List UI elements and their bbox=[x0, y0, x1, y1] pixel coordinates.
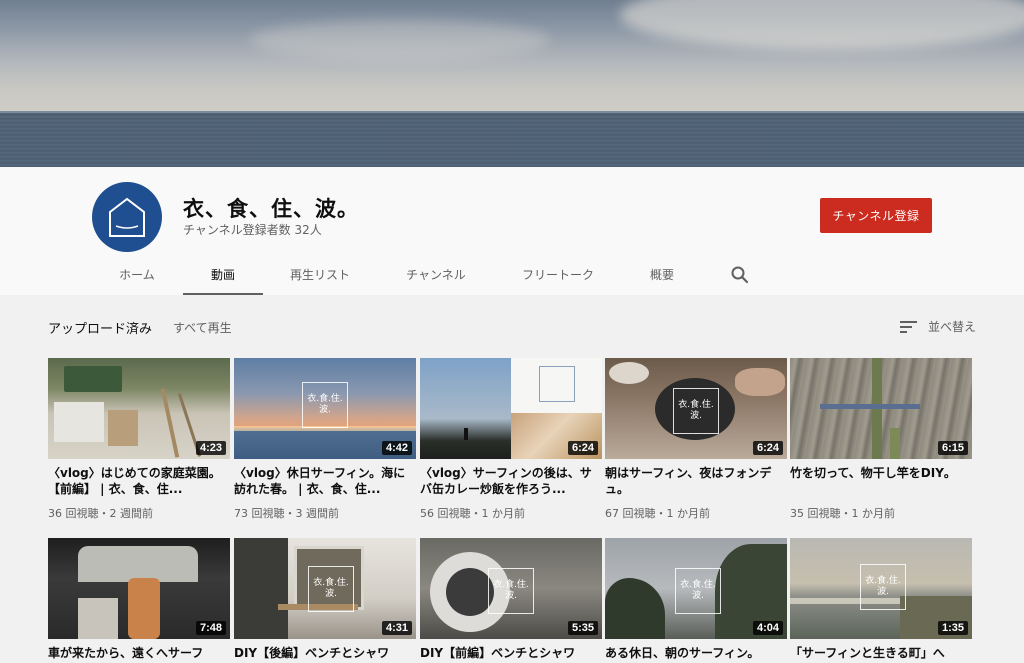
video-duration: 1:35 bbox=[937, 621, 968, 635]
video-meta: 67 回視聴・1 か月前 bbox=[605, 507, 710, 520]
video-thumbnail[interactable]: 衣.食.住.波. 4:31 bbox=[234, 538, 416, 639]
video-title[interactable]: 〈vlog〉サーフィンの後は、サバ缶カレー炒飯を作ろう... bbox=[420, 465, 602, 497]
video-title[interactable]: 「サーフィンと生きる町」へ bbox=[790, 645, 972, 663]
video-card[interactable]: 6:15 竹を切って、物干し竿をDIY。 35 回視聴・1 か月前 bbox=[790, 358, 972, 521]
tab-free-talk[interactable]: フリートーク bbox=[508, 257, 608, 295]
video-thumbnail[interactable]: 衣.食.住.波. 6:24 bbox=[605, 358, 787, 459]
video-card[interactable]: 衣.食.住.波. 4:42 〈vlog〉休日サーフィン。海に訪れた春。 | 衣、… bbox=[234, 358, 416, 521]
video-duration: 4:04 bbox=[752, 621, 783, 635]
house-logo-icon bbox=[109, 197, 145, 237]
channel-logo-mark: 衣.食.住.波. bbox=[308, 566, 354, 612]
video-meta: 56 回視聴・1 か月前 bbox=[420, 507, 525, 520]
play-all-link[interactable]: すべて再生 bbox=[173, 319, 232, 336]
video-duration: 4:23 bbox=[195, 441, 226, 455]
channel-header: 衣、食、住、波。 チャンネル登録者数 32人 チャンネル登録 ホーム 動画 再生… bbox=[0, 167, 1024, 295]
tab-about[interactable]: 概要 bbox=[636, 257, 688, 295]
video-duration: 6:15 bbox=[937, 441, 968, 455]
channel-tabs: ホーム 動画 再生リスト チャンネル フリートーク 概要 bbox=[0, 257, 1024, 295]
channel-avatar[interactable] bbox=[92, 182, 162, 252]
video-duration: 6:24 bbox=[752, 441, 783, 455]
sort-label: 並べ替え bbox=[928, 320, 977, 334]
banner-sea bbox=[0, 111, 1024, 167]
video-card[interactable]: 衣.食.住.波. 1:35 「サーフィンと生きる町」へ bbox=[790, 538, 972, 663]
video-duration: 5:35 bbox=[567, 621, 598, 635]
video-duration: 6:24 bbox=[567, 441, 598, 455]
video-meta: 73 回視聴・3 週間前 bbox=[234, 507, 339, 520]
video-card[interactable]: 6:24 〈vlog〉サーフィンの後は、サバ缶カレー炒飯を作ろう... 56 回… bbox=[420, 358, 602, 521]
sort-button[interactable]: 並べ替え bbox=[900, 318, 976, 335]
video-thumbnail[interactable]: 7:48 bbox=[48, 538, 230, 639]
video-meta: 35 回視聴・1 か月前 bbox=[790, 507, 895, 520]
channel-logo-mark: 衣.食.住.波. bbox=[860, 564, 906, 610]
channel-name: 衣、食、住、波。 bbox=[183, 197, 359, 221]
video-title[interactable]: 朝はサーフィン、夜はフォンデュ。 bbox=[605, 465, 787, 497]
video-duration: 4:31 bbox=[381, 621, 412, 635]
video-thumbnail[interactable]: 衣.食.住.波. 4:42 bbox=[234, 358, 416, 459]
channel-logo-mark: 衣.食.住.波. bbox=[488, 568, 534, 614]
channel-banner bbox=[0, 0, 1024, 167]
subscribe-button[interactable]: チャンネル登録 bbox=[820, 198, 932, 233]
video-duration: 4:42 bbox=[381, 441, 412, 455]
video-title[interactable]: 竹を切って、物干し竿をDIY。 bbox=[790, 465, 972, 497]
video-thumbnail[interactable]: 4:23 bbox=[48, 358, 230, 459]
video-thumbnail[interactable]: 6:24 bbox=[420, 358, 602, 459]
sort-icon bbox=[900, 320, 917, 333]
video-card[interactable]: 7:48 車が来たから、遠くへサーフ bbox=[48, 538, 230, 663]
search-icon[interactable] bbox=[730, 265, 750, 285]
video-thumbnail[interactable]: 衣.食.住.波. 1:35 bbox=[790, 538, 972, 639]
video-title[interactable]: 〈vlog〉休日サーフィン。海に訪れた春。 | 衣、食、住... bbox=[234, 465, 416, 497]
video-thumbnail[interactable]: 衣.食.住.波. 4:04 bbox=[605, 538, 787, 639]
video-thumbnail[interactable]: 6:15 bbox=[790, 358, 972, 459]
subscriber-count: チャンネル登録者数 32人 bbox=[183, 223, 322, 237]
video-title[interactable]: 〈vlog〉はじめての家庭菜園。【前編】 | 衣、食、住... bbox=[48, 465, 230, 497]
video-title[interactable]: ある休日、朝のサーフィン。 bbox=[605, 645, 787, 663]
tab-playlists[interactable]: 再生リスト bbox=[276, 257, 364, 295]
video-card[interactable]: 衣.食.住.波. 4:04 ある休日、朝のサーフィン。 bbox=[605, 538, 787, 663]
video-duration: 7:48 bbox=[195, 621, 226, 635]
channel-logo-mark: 衣.食.住.波. bbox=[675, 568, 721, 614]
video-card[interactable]: 衣.食.住.波. 4:31 DIY【後編】ベンチとシャワ bbox=[234, 538, 416, 663]
video-card[interactable]: 衣.食.住.波. 5:35 DIY【前編】ベンチとシャワ bbox=[420, 538, 602, 663]
video-card[interactable]: 衣.食.住.波. 6:24 朝はサーフィン、夜はフォンデュ。 67 回視聴・1 … bbox=[605, 358, 787, 521]
tab-videos[interactable]: 動画 bbox=[183, 257, 263, 295]
tab-home[interactable]: ホーム bbox=[104, 257, 170, 295]
video-title[interactable]: DIY【前編】ベンチとシャワ bbox=[420, 645, 602, 663]
banner-cloud bbox=[250, 20, 550, 60]
channel-logo-mark: 衣.食.住.波. bbox=[302, 382, 348, 428]
tab-channels[interactable]: チャンネル bbox=[392, 257, 480, 295]
videos-section: アップロード済み すべて再生 並べ替え 4:23 〈vlog〉はじめての家庭菜園… bbox=[0, 295, 1024, 663]
section-title: アップロード済み bbox=[48, 322, 153, 337]
video-card[interactable]: 4:23 〈vlog〉はじめての家庭菜園。【前編】 | 衣、食、住... 36 … bbox=[48, 358, 230, 521]
video-thumbnail[interactable]: 衣.食.住.波. 5:35 bbox=[420, 538, 602, 639]
video-title[interactable]: DIY【後編】ベンチとシャワ bbox=[234, 645, 416, 663]
video-meta: 36 回視聴・2 週間前 bbox=[48, 507, 153, 520]
video-title[interactable]: 車が来たから、遠くへサーフ bbox=[48, 645, 230, 663]
channel-logo-mark: 衣.食.住.波. bbox=[673, 388, 719, 434]
